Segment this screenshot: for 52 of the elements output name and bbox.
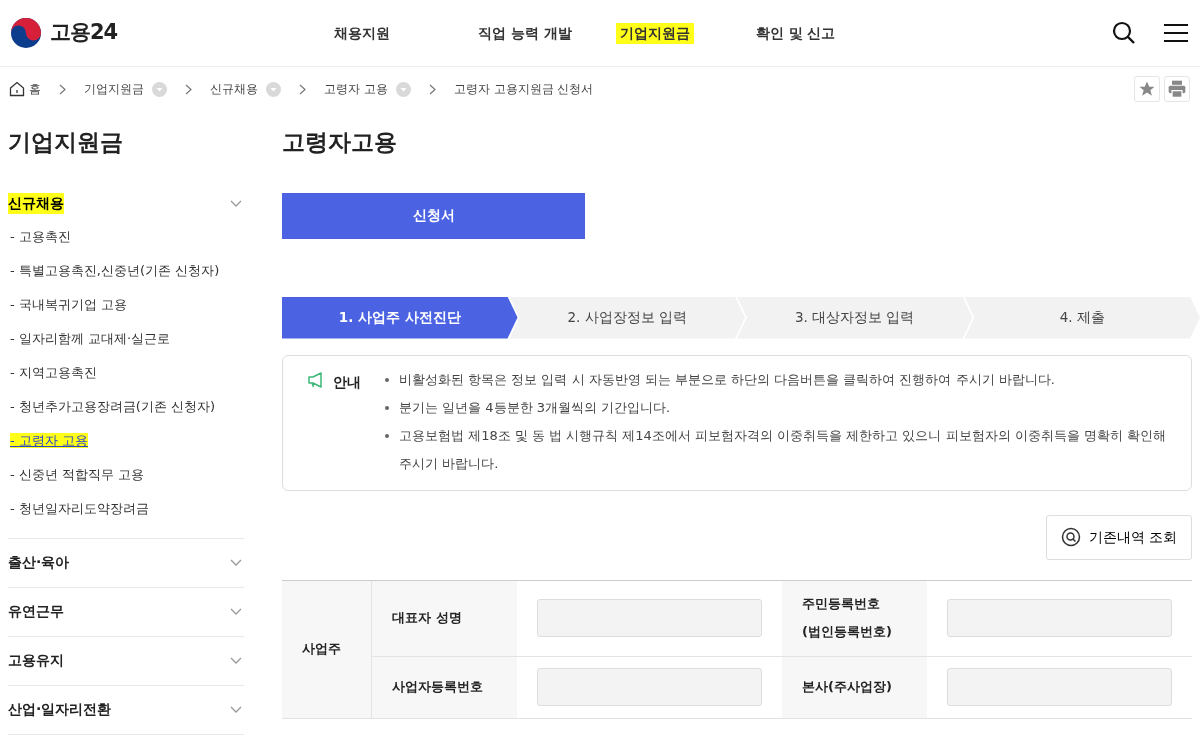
nav-link[interactable]: 직업 능력 개발 [474, 22, 576, 44]
sidebar-link[interactable]: - 신중년 적합직무 고용 [8, 457, 244, 492]
sidebar-link[interactable]: - 국내복귀기업 고용 [8, 287, 244, 322]
menu-icon[interactable] [1164, 22, 1188, 44]
breadcrumb-link[interactable]: 기업지원금 [84, 80, 144, 98]
sidebar-link[interactable]: - 특별고용촉진,신중년(기존 신청자) [8, 253, 244, 288]
notice-text: 비활성화된 항목은 정보 입력 시 자동반영 되는 부분으로 하단의 다음버튼을 클릭하여 진행하여 주시기 바랍니다. [399, 371, 1055, 387]
tab[interactable]: 신청서 [282, 192, 585, 239]
print-icon[interactable] [1164, 76, 1190, 102]
sidebar-section[interactable]: 출산·육아 [8, 538, 244, 587]
sidebar-link[interactable]: - 일자리함께 교대제·실근로 [8, 321, 244, 356]
field-label: 대표자 성명 [372, 580, 517, 657]
sidebar-section[interactable]: 유연근무 [8, 587, 244, 636]
form-group-label: 사업주 [282, 580, 372, 719]
dropdown-icon[interactable] [266, 81, 281, 97]
field-label: 주민등록번호 (법인등록번호) [782, 580, 927, 657]
notice-label: 안내 [333, 372, 362, 392]
breadcrumb-current[interactable]: 고령자 고용지원금 신청서 [453, 80, 594, 98]
breadcrumb-link[interactable]: 고령자 고용 [324, 80, 388, 98]
logo-icon [10, 17, 42, 49]
chevron-down-icon [230, 607, 242, 616]
home-icon [9, 81, 25, 97]
logo-text: 고용24 [50, 19, 118, 47]
search-icon [1060, 527, 1081, 547]
chevron-down-icon [230, 656, 242, 665]
notice-text: 분기는 일년을 4등분한 3개월씩의 기간입니다. [399, 399, 671, 415]
bullet-icon [385, 377, 389, 382]
page-title: 고령자고용 [282, 128, 398, 157]
field-label: 사업자등록번호 [372, 656, 517, 719]
history-search-button[interactable]: 기존내역 조회 [1045, 514, 1192, 560]
nav-link[interactable]: 채용지원 [330, 22, 394, 44]
nav-link[interactable]: 기업지원금 [615, 22, 694, 44]
breadcrumb-link[interactable]: 홈 [29, 80, 41, 98]
megaphone-icon [307, 371, 325, 388]
breadcrumb-link[interactable]: 신규채용 [210, 80, 258, 98]
notice-text: 고용보험법 제18조 및 동 법 시행규칙 제14조에서 피보험자격의 이중취득을 제한하고 있으니 피보험자의 이중취득을 명확히 확인해 주시기 바랍니다. [399, 427, 1166, 471]
field-label: 본사(주사업장) [782, 656, 927, 719]
sidebar-link[interactable]: - 청년일자리도약장려금 [8, 491, 244, 526]
bullet-icon [385, 405, 389, 410]
sidebar-section[interactable]: 산업·일자리전환 [8, 685, 244, 734]
sidebar-title: 기업지원금 [8, 128, 124, 157]
dropdown-icon[interactable] [395, 81, 411, 97]
nav-link[interactable]: 확인 및 신고 [751, 22, 840, 44]
sidebar-link[interactable]: - 지역고용촉진 [8, 355, 244, 390]
sidebar-section[interactable]: 고용유지 [8, 636, 244, 685]
search-icon[interactable] [1112, 21, 1136, 45]
sidebar-link[interactable]: - 청년추가고용장려금(기존 신청자) [8, 389, 244, 424]
bullet-icon [385, 433, 389, 438]
dropdown-icon[interactable] [152, 81, 167, 97]
chevron-down-icon [230, 558, 242, 567]
chevron-down-icon [230, 705, 242, 714]
chevron-down-icon [230, 199, 242, 208]
